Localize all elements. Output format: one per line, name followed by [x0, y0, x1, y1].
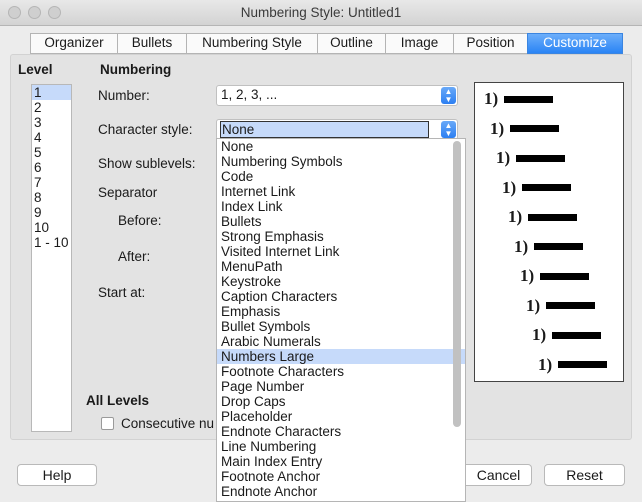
dropdown-option[interactable]: Keystroke [217, 274, 465, 289]
character-style-label: Character style: [98, 122, 193, 137]
dropdown-option[interactable]: Arabic Numerals [217, 334, 465, 349]
character-style-value[interactable]: None [220, 121, 429, 138]
preview-text-placeholder [510, 125, 559, 132]
dropdown-option[interactable]: Placeholder [217, 409, 465, 424]
level-item[interactable]: 9 [32, 205, 71, 220]
dropdown-option[interactable]: Emphasis [217, 304, 465, 319]
tab-image[interactable]: Image [385, 33, 453, 54]
preview-number: 1) [538, 354, 553, 374]
level-item[interactable]: 7 [32, 175, 71, 190]
separator-label: Separator [98, 185, 158, 200]
tab-bar: Organizer Bullets Numbering Style Outlin… [30, 33, 623, 54]
dropdown-option[interactable]: Bullets [217, 214, 465, 229]
window-title: Numbering Style: Untitled1 [240, 5, 402, 20]
dropdown-option[interactable]: Index Link [217, 199, 465, 214]
cancel-button[interactable]: Cancel [466, 464, 532, 486]
chevron-up-down-icon: ▲ ▼ [441, 121, 456, 138]
preview-pane: 1) 1) 1) 1) 1) 1) 1) 1) 1) 1) [474, 82, 624, 382]
level-heading: Level [18, 62, 53, 77]
preview-text-placeholder [522, 184, 571, 191]
dropdown-option[interactable]: Drop Caps [217, 394, 465, 409]
dropdown-option[interactable]: Endnote Characters [217, 424, 465, 439]
character-style-dropdown[interactable]: None Numbering Symbols Code Internet Link In… [216, 138, 466, 502]
preview-number: 1) [490, 118, 505, 138]
tab-organizer[interactable]: Organizer [30, 33, 117, 54]
preview-text-placeholder [546, 302, 595, 309]
preview-row: 1) [484, 89, 553, 109]
dropdown-option[interactable]: None [217, 139, 465, 154]
tab-numbering-style[interactable]: Numbering Style [186, 33, 317, 54]
preview-number: 1) [508, 207, 523, 226]
preview-number: 1) [526, 295, 541, 315]
tab-outline[interactable]: Outline [317, 33, 385, 54]
preview-row: 1) [508, 207, 577, 227]
preview-row: 1) [514, 237, 583, 257]
preview-row: 1) [532, 325, 601, 345]
level-item[interactable]: 6 [32, 160, 71, 175]
preview-row: 1) [502, 178, 571, 198]
start-at-label: Start at: [98, 285, 146, 300]
dropdown-scrollbar[interactable] [453, 141, 461, 427]
number-select-value: 1, 2, 3, ... [221, 87, 278, 102]
numbering-heading: Numbering [100, 62, 172, 77]
preview-row: 1) [490, 119, 559, 139]
preview-row: 1) [526, 296, 595, 316]
dropdown-option[interactable]: Numbers Large [217, 349, 465, 364]
preview-number: 1) [514, 236, 529, 256]
dropdown-option[interactable]: Endnote Anchor [217, 484, 465, 499]
dropdown-option[interactable]: Bullet Symbols [217, 319, 465, 334]
level-list[interactable]: 1 2 3 4 5 6 7 8 9 10 1 - 10 [31, 84, 72, 432]
preview-text-placeholder [552, 331, 601, 339]
number-label: Number: [98, 88, 150, 103]
consecutive-numbering-checkbox[interactable] [101, 417, 114, 430]
dropdown-option[interactable]: Footnote Characters [217, 364, 465, 379]
dropdown-option[interactable]: Strong Emphasis [217, 229, 465, 244]
show-sublevels-label: Show sublevels: [98, 156, 196, 171]
dropdown-option[interactable]: Page Number [217, 379, 465, 394]
title-bar: Numbering Style: Untitled1 [0, 0, 642, 26]
level-item[interactable]: 8 [32, 190, 71, 205]
level-item[interactable]: 2 [32, 100, 71, 115]
level-item[interactable]: 3 [32, 115, 71, 130]
tab-customize[interactable]: Customize [527, 33, 623, 54]
dropdown-option[interactable]: Caption Characters [217, 289, 465, 304]
tab-position[interactable]: Position [453, 33, 527, 54]
preview-number: 1) [496, 148, 511, 167]
all-levels-heading: All Levels [86, 393, 150, 408]
chevron-up-down-icon: ▲ ▼ [441, 87, 456, 104]
dropdown-option[interactable]: Internet Link [217, 184, 465, 199]
tab-bullets[interactable]: Bullets [117, 33, 186, 54]
help-button[interactable]: Help [17, 464, 97, 486]
dropdown-option[interactable]: Footnote Anchor [217, 469, 465, 484]
level-item[interactable]: 5 [32, 145, 71, 160]
preview-text-placeholder [558, 361, 607, 368]
level-item[interactable]: 1 [32, 85, 71, 100]
preview-row: 1) [520, 266, 589, 286]
dropdown-option[interactable]: Code [217, 169, 465, 184]
after-label: After: [118, 249, 151, 264]
dropdown-option[interactable]: MenuPath [217, 259, 465, 274]
preview-row: 1) [538, 355, 607, 375]
reset-button[interactable]: Reset [544, 464, 625, 486]
number-select[interactable]: 1, 2, 3, ... ▲ ▼ [216, 85, 458, 106]
preview-text-placeholder [540, 272, 589, 280]
dropdown-option[interactable]: Visited Internet Link [217, 244, 465, 259]
level-item[interactable]: 10 [32, 220, 71, 235]
preview-number: 1) [532, 325, 547, 344]
level-item[interactable]: 4 [32, 130, 71, 145]
preview-row: 1) [496, 148, 565, 168]
dropdown-option[interactable]: Line Numbering [217, 439, 465, 454]
before-label: Before: [118, 213, 162, 228]
preview-number: 1) [520, 266, 535, 285]
preview-number: 1) [484, 89, 499, 108]
consecutive-numbering-label: Consecutive nu [121, 416, 215, 431]
preview-number: 1) [502, 177, 517, 197]
dropdown-option[interactable]: Numbering Symbols [217, 154, 465, 169]
preview-text-placeholder [504, 95, 553, 103]
preview-text-placeholder [528, 213, 577, 221]
level-item[interactable]: 1 - 10 [32, 235, 71, 250]
preview-text-placeholder [534, 243, 583, 250]
preview-text-placeholder [516, 154, 565, 162]
dropdown-option[interactable]: Main Index Entry [217, 454, 465, 469]
